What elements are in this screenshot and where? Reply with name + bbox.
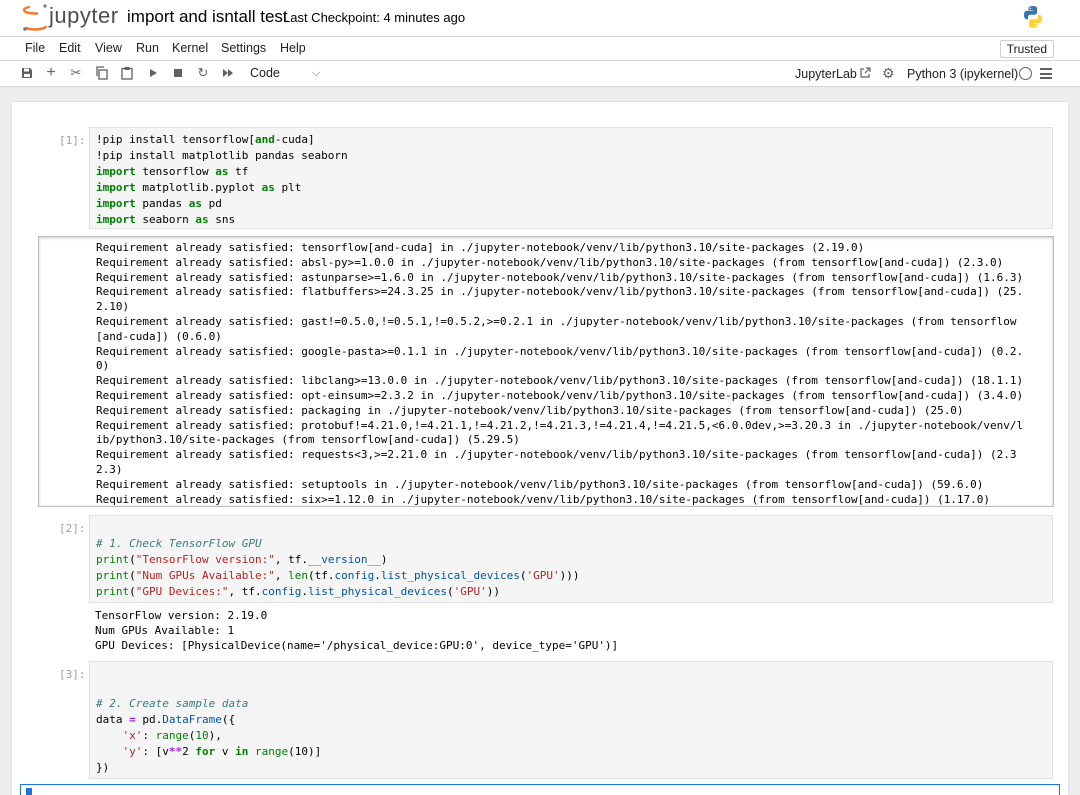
menu-kernel[interactable]: Kernel bbox=[172, 41, 208, 55]
cut-icon[interactable]: ✂ bbox=[69, 66, 83, 80]
notebook-page: [1]: !pip install tensorflow[and-cuda] !… bbox=[12, 102, 1068, 795]
code-cell-input[interactable]: # 2. Create sample data data = pd.DataFr… bbox=[89, 661, 1053, 779]
code-editor[interactable]: # 1. Check TensorFlow GPU print("TensorF… bbox=[90, 516, 1052, 604]
jupyter-logo-text[interactable]: jupyter bbox=[49, 3, 119, 29]
code-editor[interactable]: # 2. Create sample data data = pd.DataFr… bbox=[90, 662, 1052, 780]
fast-forward-icon[interactable] bbox=[221, 66, 235, 80]
trusted-indicator[interactable]: Trusted bbox=[999, 40, 1054, 58]
run-icon[interactable] bbox=[146, 66, 160, 80]
cell-prompt: [2]: bbox=[59, 522, 86, 535]
notebook-header: jupyter import and isntall test Last Che… bbox=[0, 0, 1080, 36]
menu-help[interactable]: Help bbox=[280, 41, 306, 55]
output-line: Requirement already satisfied: six>=1.12… bbox=[96, 492, 991, 506]
output-line: Requirement already satisfied: tensorflo… bbox=[96, 241, 865, 254]
output-line: ib/python3.10/site-packages (from tensor… bbox=[96, 433, 520, 447]
pip-output: Requirement already satisfied: tensorflo… bbox=[39, 237, 1053, 506]
output-line: 0) bbox=[96, 359, 110, 373]
output-line: Requirement already satisfied: libclang>… bbox=[96, 374, 1024, 388]
copy-icon[interactable] bbox=[95, 66, 109, 80]
active-cell-outline[interactable] bbox=[20, 784, 1060, 795]
bug-icon[interactable]: ⚙ bbox=[882, 65, 895, 82]
menu-bar: File Edit View Run Kernel Settings Help … bbox=[0, 36, 1080, 61]
output-line: Num GPUs Available: 1 bbox=[95, 624, 235, 637]
kernel-name[interactable]: Python 3 (ipykernel) bbox=[907, 67, 1018, 81]
code-cell-input[interactable]: !pip install tensorflow[and-cuda] !pip i… bbox=[89, 127, 1053, 229]
menu-settings[interactable]: Settings bbox=[221, 41, 266, 55]
cell-output-scrolled[interactable]: Requirement already satisfied: tensorflo… bbox=[38, 236, 1054, 507]
add-cell-icon[interactable]: + bbox=[44, 65, 58, 81]
output-line: Requirement already satisfied: gast!=0.5… bbox=[96, 314, 1017, 328]
code-line: !pip install tensorflow[and-cuda] bbox=[96, 133, 315, 146]
code-cell-input[interactable]: # 1. Check TensorFlow GPU print("TensorF… bbox=[89, 515, 1053, 603]
output-line: Requirement already satisfied: flatbuffe… bbox=[96, 285, 1024, 299]
jupyterlab-link[interactable]: JupyterLab bbox=[795, 67, 857, 81]
menu-file[interactable]: File bbox=[25, 41, 45, 55]
output-line: Requirement already satisfied: opt-einsu… bbox=[96, 388, 1024, 402]
menu-run[interactable]: Run bbox=[136, 41, 159, 55]
restart-icon[interactable]: ↻ bbox=[196, 66, 210, 80]
output-line: 2.10) bbox=[96, 300, 130, 314]
notebook-toolbar: + ✂ ↻ Code ⌵ JupyterLab ⚙ Python 3 (ipyk… bbox=[0, 61, 1080, 87]
active-cell-indicator bbox=[26, 788, 32, 795]
output-line: TensorFlow version: 2.19.0 bbox=[95, 609, 268, 622]
output-line: [and-cuda]) (0.6.0) bbox=[96, 329, 222, 343]
output-line: Requirement already satisfied: astunpars… bbox=[96, 270, 1024, 284]
python-logo-icon bbox=[1024, 6, 1042, 28]
cell-output: TensorFlow version: 2.19.0 Num GPUs Avai… bbox=[95, 608, 618, 653]
cell-prompt: [1]: bbox=[59, 134, 86, 147]
last-checkpoint: Last Checkpoint: 4 minutes ago bbox=[283, 10, 466, 25]
cell-prompt: [3]: bbox=[59, 668, 86, 681]
paste-icon[interactable] bbox=[120, 66, 134, 80]
code-editor[interactable]: !pip install tensorflow[and-cuda] !pip i… bbox=[90, 128, 1052, 232]
output-line: Requirement already satisfied: protobuf!… bbox=[96, 418, 1024, 432]
menu-edit[interactable]: Edit bbox=[59, 41, 81, 55]
menu-icon[interactable] bbox=[1040, 68, 1052, 79]
code-line: # 2. Create sample data bbox=[96, 697, 249, 710]
kernel-status-icon bbox=[1019, 67, 1032, 80]
save-icon[interactable] bbox=[20, 66, 34, 80]
output-line: 2.3) bbox=[96, 462, 123, 476]
jupyter-logo-icon[interactable] bbox=[22, 4, 48, 32]
output-line: GPU Devices: [PhysicalDevice(name='/phys… bbox=[95, 639, 619, 652]
menu-view[interactable]: View bbox=[95, 41, 122, 55]
output-line: Requirement already satisfied: requests<… bbox=[96, 448, 1017, 462]
external-link-icon[interactable] bbox=[859, 67, 871, 79]
output-line: Requirement already satisfied: absl-py>=… bbox=[96, 255, 1004, 269]
cell-type-select[interactable]: Code bbox=[250, 66, 280, 80]
stop-icon[interactable] bbox=[171, 66, 185, 80]
chevron-down-icon[interactable]: ⌵ bbox=[312, 67, 320, 80]
output-line: Requirement already satisfied: packaging… bbox=[96, 403, 964, 417]
output-line: Requirement already satisfied: setuptool… bbox=[96, 477, 984, 491]
code-line: # 1. Check TensorFlow GPU bbox=[96, 537, 262, 550]
output-line: Requirement already satisfied: google-pa… bbox=[96, 344, 1024, 358]
code-line: !pip install matplotlib pandas seaborn bbox=[96, 149, 348, 162]
notebook-title[interactable]: import and isntall test bbox=[127, 7, 288, 27]
